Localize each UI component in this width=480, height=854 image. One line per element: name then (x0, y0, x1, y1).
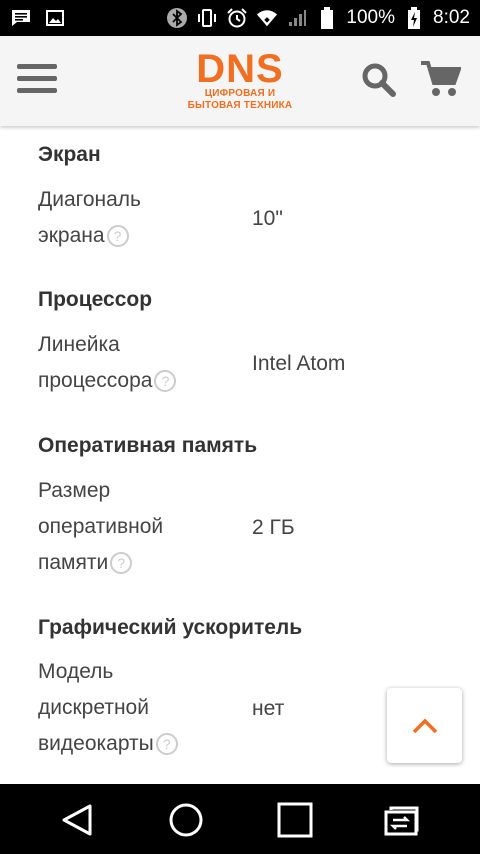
battery-percent: 100% (346, 7, 396, 28)
image-icon (44, 8, 66, 28)
battery-icon (316, 7, 338, 29)
section-title-processor: Процессор (38, 288, 153, 311)
recent-apps-icon[interactable] (275, 800, 315, 840)
status-clock: 8:02 (433, 7, 470, 28)
cart-icon[interactable] (419, 59, 462, 99)
battery-charging-icon (403, 7, 425, 29)
help-icon[interactable]: ? (154, 370, 177, 393)
dns-logo[interactable]: DNS ЦИФРОВАЯ И БЫТОВАЯ ТЕХНИКА (178, 47, 302, 116)
search-icon[interactable] (360, 61, 398, 99)
spec-label-line: памяти? (38, 545, 238, 581)
section-title-gpu: Графический ускоритель (38, 616, 303, 639)
spec-label-ram-size: Размер оперативной памяти? (38, 473, 238, 581)
spec-label-line: дискретной (38, 696, 149, 719)
status-bar: 100% 8:02 (0, 0, 480, 36)
spec-value-gpu-model: нет (252, 697, 285, 720)
logo-subtitle-line2: БЫТОВАЯ ТЕХНИКА (187, 100, 293, 111)
help-icon[interactable]: ? (106, 225, 129, 248)
back-icon[interactable] (58, 800, 98, 840)
scroll-to-top-button[interactable] (387, 688, 462, 763)
spec-label-line: Диагональ (38, 188, 141, 211)
spec-label-line: Размер (38, 479, 111, 502)
spec-label-line: экрана? (38, 218, 238, 254)
spec-label-diagonal: Диагональ экрана? (38, 182, 238, 254)
help-icon[interactable]: ? (110, 552, 133, 575)
system-icons: 100% 8:02 (166, 7, 470, 29)
section-title-screen: Экран (38, 143, 101, 166)
spec-label-line: Линейка (38, 333, 120, 356)
notification-icons (10, 8, 66, 28)
spec-label-line: процессора? (38, 363, 238, 399)
spec-label-line: Модель (38, 660, 114, 683)
help-icon[interactable]: ? (155, 733, 178, 756)
spec-value-processor-line: Intel Atom (252, 352, 346, 375)
app-header: DNS ЦИФРОВАЯ И БЫТОВАЯ ТЕХНИКА (0, 36, 480, 126)
hamburger-menu-icon[interactable] (17, 64, 57, 98)
logo-main-text: DNS (196, 47, 284, 91)
section-title-ram: Оперативная память (38, 434, 258, 457)
bluetooth-icon (166, 8, 188, 28)
spec-label-processor-line: Линейка процессора? (38, 327, 238, 399)
spec-label-line: оперативной (38, 515, 164, 538)
home-icon[interactable] (166, 800, 206, 840)
vibrate-icon (196, 8, 218, 28)
alarm-icon (226, 8, 248, 28)
spec-value-ram-size: 2 ГБ (252, 516, 295, 539)
spec-label-gpu-model: Модель дискретной видеокарты? (38, 654, 238, 762)
spec-value-diagonal: 10" (252, 207, 283, 230)
signal-icon (286, 8, 308, 28)
wifi-icon (256, 8, 278, 28)
android-nav-bar (0, 784, 480, 854)
spec-label-line: видеокарты? (38, 726, 238, 762)
specs-content[interactable]: Экран Диагональ экрана? 10" Процессор Ли… (0, 126, 480, 784)
switch-apps-icon[interactable] (383, 800, 423, 840)
chevron-up-icon (412, 718, 437, 733)
message-icon (10, 8, 32, 28)
